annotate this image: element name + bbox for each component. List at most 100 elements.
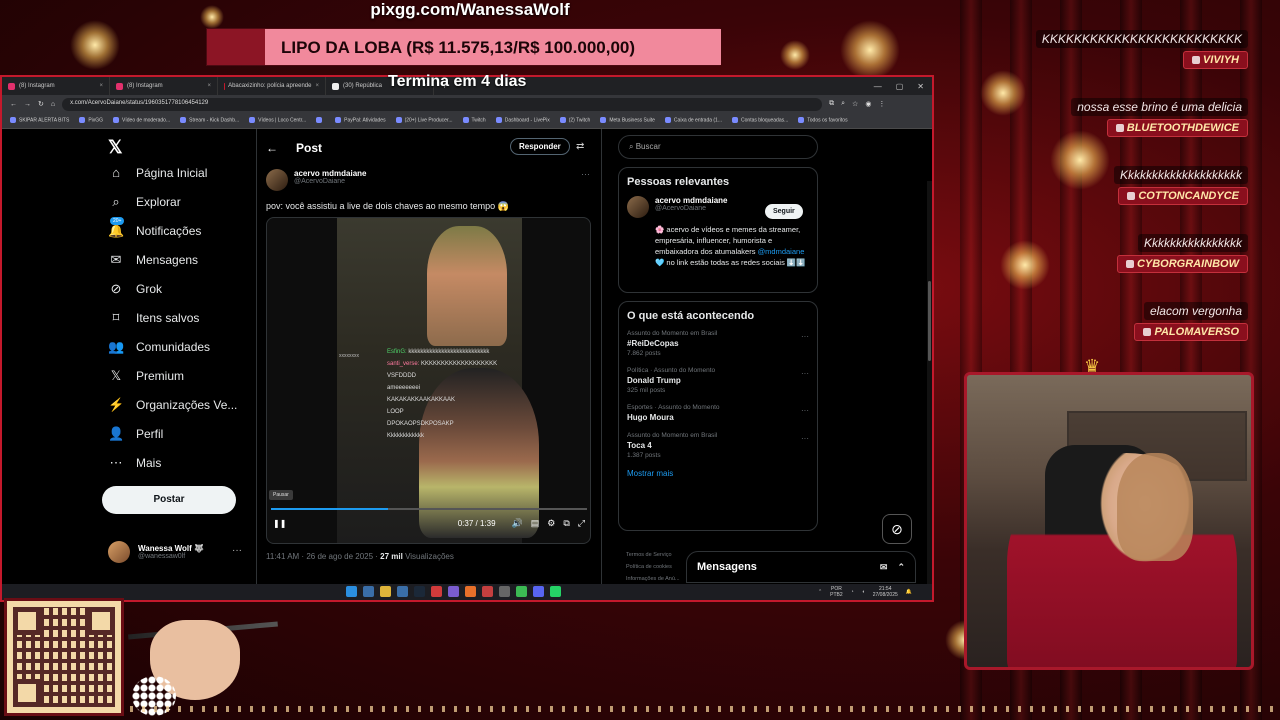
scrollbar[interactable] [927,181,932,600]
nav-item-messages[interactable]: ✉ Mensagens [108,252,199,268]
grok-button[interactable]: ⊘ [882,514,912,544]
maximize-icon[interactable]: ▢ [896,82,904,91]
bookmark-item[interactable]: Contas bloqueadas... [732,117,788,124]
taskbar-app-icon[interactable] [465,586,476,597]
address-bar[interactable]: x.com/AcervoDaiane/status/19603517781064… [62,97,823,111]
fullscreen-icon[interactable]: ⤢ [578,518,585,529]
close-tab-icon[interactable]: × [315,83,319,89]
nav-item-explore[interactable]: ⌕ Explorar [108,194,180,210]
bookmark-item[interactable] [316,117,325,124]
reload-icon[interactable]: ↻ [38,100,44,108]
nav-item-home[interactable]: ⌂ Página Inicial [108,165,207,180]
scrollbar-thumb[interactable] [928,281,931,361]
post-author[interactable]: acervo mdmdaiane @AcervoDaiane [266,169,366,191]
nav-item-notifications[interactable]: 🔔 20+ Notificações [108,217,201,239]
trend-item[interactable]: Esportes · Assunto do Momento Hugo Moura ·… [627,404,809,422]
expand-icon[interactable]: ⌃ [897,562,905,573]
forward-icon[interactable]: → [24,101,31,108]
captions-icon[interactable]: ▤ [531,518,540,529]
bookmark-item[interactable]: Stream - Kick Dashb... [180,117,239,124]
nav-item-communities[interactable]: 👥 Comunidades [108,339,210,355]
taskbar-app-icon[interactable] [482,586,493,597]
zoom-icon[interactable]: ⌕ [841,100,845,108]
x-logo-icon[interactable]: 𝕏 [108,137,123,158]
trend-menu-icon[interactable]: ··· [801,332,809,341]
bookmark-item[interactable]: SKIPAR ALERTA BITS [10,117,69,124]
taskbar-app-icon[interactable] [414,586,425,597]
taskbar-app-icon[interactable] [550,586,561,597]
taskbar-app-icon[interactable] [397,586,408,597]
follow-button[interactable]: Seguir [765,204,803,219]
taskbar-app-icon[interactable] [516,586,527,597]
taskbar-app-icon[interactable] [448,586,459,597]
account-switcher[interactable]: Wanessa Wolf 🐺 @wanessaw0lf ··· [108,541,242,563]
browser-tab[interactable]: (8) Instagram × [2,77,110,95]
minimize-icon[interactable]: — [874,82,882,91]
post-button[interactable]: Postar [102,486,236,514]
messages-dock[interactable]: Mensagens ✉ ⌃ [686,551,916,583]
bookmark-item[interactable]: Caixa de entrada (1... [664,117,722,124]
close-window-icon[interactable]: ✕ [917,82,924,91]
profile-icon[interactable]: ◉ [865,100,871,108]
nav-item-more[interactable]: ⋯ Mais [108,455,162,471]
pause-icon[interactable]: ❚❚ [273,519,287,528]
windows-start-icon[interactable] [346,586,357,597]
nav-item-premium[interactable]: 𝕏 Premium [108,368,184,384]
bookmark-item[interactable]: Todos os favoritos [798,117,848,124]
bookmark-item[interactable]: (2) Twitch [559,117,590,124]
chevron-up-icon[interactable]: ⌃ [818,589,822,595]
bookmark-item[interactable]: Vídeo de moderado... [113,117,170,124]
menu-icon[interactable]: ⋮ [878,100,885,108]
footer-link[interactable]: Política de cookies [626,561,680,573]
trend-item[interactable]: Assunto do Momento em Brasil #ReiDeCopas 7… [627,330,809,357]
trend-item[interactable]: Política · Assunto do Momento Donald Trum… [627,367,809,394]
filters-icon[interactable]: ⇄ [576,141,584,152]
language-indicator[interactable]: POR PTB2 [830,586,843,598]
back-icon[interactable]: ← [10,101,17,108]
notifications-icon[interactable]: 🔔 [906,589,912,595]
bookmark-item[interactable]: Meta Business Suite [600,117,655,124]
trend-menu-icon[interactable]: ··· [801,406,809,415]
settings-icon[interactable]: ⚙ [547,518,555,529]
taskbar-app-icon[interactable] [533,586,544,597]
extensions-icon[interactable]: ⧉ [829,100,834,108]
taskbar-app-icon[interactable] [363,586,374,597]
nav-item-profile[interactable]: 👤 Perfil [108,426,163,442]
new-message-icon[interactable]: ✉ [880,562,888,573]
close-tab-icon[interactable]: × [207,83,211,89]
bookmark-item[interactable]: Dashboard - LivePix [495,117,550,124]
show-more-link[interactable]: Mostrar mais [627,469,809,478]
bookmark-item[interactable]: PayPal: Atividades [335,117,386,124]
post-menu-icon[interactable]: ··· [581,169,590,179]
nav-item-grok[interactable]: ⊘ Grok [108,281,162,297]
trend-menu-icon[interactable]: ··· [801,434,809,443]
taskbar-app-icon[interactable] [431,586,442,597]
bookmark-item[interactable]: PixGG [79,117,103,124]
bookmark-item[interactable]: Twitch [462,117,486,124]
home-icon[interactable]: ⌂ [51,101,55,108]
browser-tab[interactable]: Abacaxizinho: polícia apreende × [218,77,326,95]
search-input[interactable]: ⌕ Buscar [618,135,818,159]
taskbar-app-icon[interactable] [499,586,510,597]
bookmark-item[interactable]: Vídeos | Loco Centr... [249,117,306,124]
nav-item-verified-orgs[interactable]: ⚡ Organizações Ve... [108,397,237,413]
video-player[interactable]: xxxxxxxx EsfinG: kkkkkkkkkkkkkkkkkkkkkkk… [266,217,591,544]
picture-in-picture-icon[interactable]: ⧉ [563,518,569,529]
more-icon[interactable]: ··· [232,545,242,556]
volume-icon[interactable]: ◖ [862,589,865,595]
clock[interactable]: 21:54 27/08/2025 [873,586,898,598]
footer-link[interactable]: Termos de Serviço [626,549,680,561]
reply-button[interactable]: Responder [510,138,570,155]
nav-item-bookmarks[interactable]: ⌑ Itens salvos [108,310,200,326]
video-progress-bar[interactable] [271,508,587,510]
taskbar-app-icon[interactable] [380,586,391,597]
back-arrow-icon[interactable]: ← [266,141,278,155]
volume-icon[interactable]: 🔊 [512,518,523,529]
trend-menu-icon[interactable]: ··· [801,369,809,378]
bookmark-item[interactable]: (20+) Live Producer... [395,117,453,124]
close-tab-icon[interactable]: × [99,83,103,89]
bio-link[interactable]: @mdmdaiane [758,247,805,256]
trend-item[interactable]: Assunto do Momento em Brasil Toca 4 1.387 … [627,432,809,459]
wifi-icon[interactable]: ◔ [851,589,854,595]
star-icon[interactable]: ☆ [852,100,858,108]
